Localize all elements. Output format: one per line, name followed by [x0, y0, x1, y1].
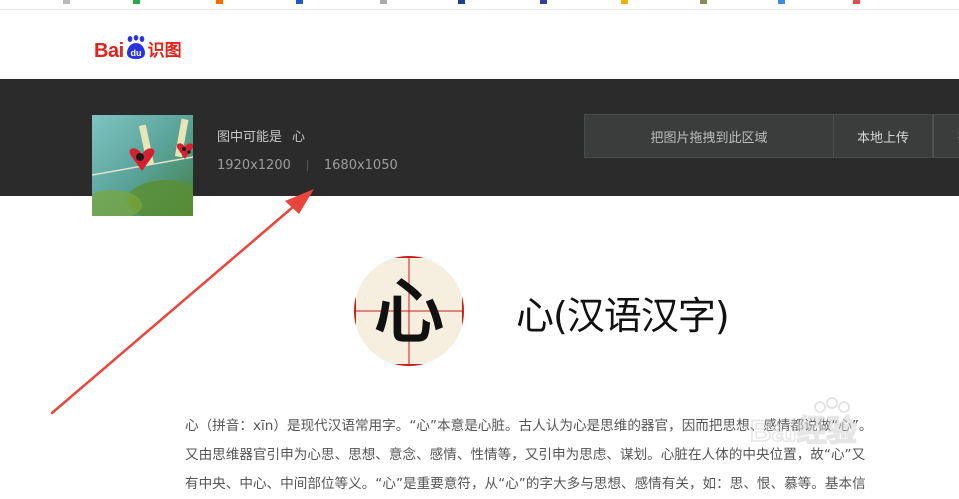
character-glyph: 心 [374, 270, 444, 353]
image-dropzone[interactable]: 把图片拖拽到此区域 [584, 114, 834, 158]
description-line: 有中央、中心、中间部位等义。“心”是重要意符，从“心”的字大多与思想、感情有关，… [185, 476, 866, 492]
baidu-paw-icon: du [125, 35, 147, 61]
bookmark-icon[interactable] [540, 0, 547, 4]
local-upload-button[interactable]: 本地上传 [834, 114, 933, 158]
divider [0, 9, 959, 10]
image-sizes: 1920x1200 1680x1050 [217, 158, 398, 173]
result-title[interactable]: 心(汉语汉字) [516, 285, 730, 340]
character-image[interactable]: 心 [354, 256, 464, 366]
guess-keyword-link[interactable]: 心 [292, 130, 305, 145]
guess-label: 图中可能是 [217, 130, 283, 145]
bookmark-icon[interactable] [380, 0, 387, 4]
bookmark-icon[interactable] [296, 0, 303, 4]
watermark-text: Bai经验 [750, 414, 857, 448]
baidu-shitu-logo[interactable]: Bai du 识图 [94, 31, 182, 61]
size-link-1[interactable]: 1920x1200 [217, 158, 291, 173]
bookmark-icon[interactable] [458, 0, 465, 4]
logo-bai-text: Bai [94, 40, 124, 62]
guess-line: 图中可能是心 [217, 126, 305, 145]
paste-button[interactable]: 粘 [933, 114, 959, 158]
bookmark-icon[interactable] [63, 0, 70, 4]
bookmark-icon[interactable] [621, 0, 628, 4]
bookmark-icon[interactable] [853, 0, 860, 4]
divider [306, 160, 308, 171]
bookmark-icon[interactable] [700, 0, 707, 4]
baidu-jingyan-watermark: Bai经验 [749, 393, 959, 463]
bookmark-icon[interactable] [133, 0, 140, 4]
logo-shitu-text: 识图 [147, 41, 182, 61]
paw-text: du [130, 48, 141, 58]
bookmark-icon[interactable] [778, 0, 785, 4]
size-link-2[interactable]: 1680x1050 [324, 158, 398, 173]
query-image-thumbnail[interactable] [92, 115, 193, 216]
bookmark-icon[interactable] [216, 0, 223, 4]
